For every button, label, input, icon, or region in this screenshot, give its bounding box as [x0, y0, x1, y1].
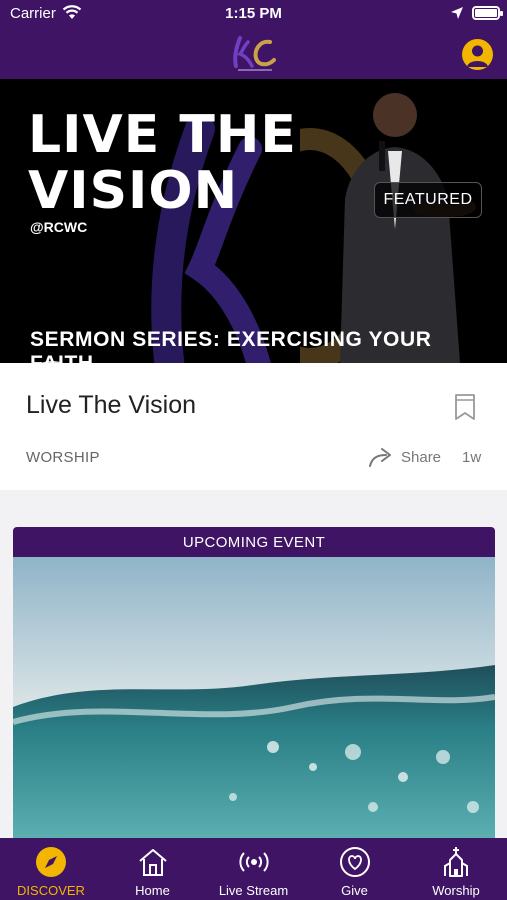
share-arrow-icon[interactable]: [368, 446, 394, 468]
hero-handle: @RCWC: [30, 219, 88, 235]
church-icon: [444, 847, 468, 877]
top-bar: Carrier 1:15 PM: [0, 0, 507, 79]
card-age: 1w: [462, 449, 482, 466]
battery-icon: [472, 6, 503, 20]
hero-title-line2: VISION: [28, 161, 239, 221]
status-bar: Carrier 1:15 PM: [0, 0, 507, 28]
user-avatar-icon[interactable]: [462, 39, 493, 70]
church-logo[interactable]: [226, 32, 282, 74]
speaker-image: [300, 93, 476, 363]
tab-give[interactable]: Give: [304, 838, 405, 900]
broadcast-icon: [238, 852, 269, 872]
tab-label: Home: [135, 883, 170, 898]
card-title[interactable]: Live The Vision: [26, 391, 196, 420]
sermon-series-caption: SERMON SERIES: EXERCISING YOUR FAITH.: [30, 328, 432, 363]
tab-bar: DISCOVER Home Live Stream Give Worship: [0, 838, 507, 900]
card-category: WORSHIP: [26, 449, 100, 466]
bookmark-icon[interactable]: [453, 393, 477, 421]
featured-hero[interactable]: LIVE THE VISION @RCWC FEATURED SERMON SE…: [0, 79, 507, 363]
heart-icon: [339, 847, 370, 877]
tab-worship[interactable]: Worship: [405, 838, 507, 900]
compass-icon: [36, 847, 66, 877]
tab-label: Give: [341, 883, 368, 898]
clock: 1:15 PM: [225, 5, 282, 22]
content-card[interactable]: Live The Vision WORSHIP Share 1w: [0, 363, 507, 490]
tab-label: DISCOVER: [17, 883, 85, 898]
featured-badge: FEATURED: [374, 182, 482, 218]
tab-label: Live Stream: [218, 883, 289, 898]
water-wave-image[interactable]: [13, 557, 495, 845]
hero-title-line1: LIVE THE: [28, 105, 297, 165]
share-button[interactable]: Share: [401, 449, 441, 466]
upcoming-event-header: UPCOMING EVENT: [13, 527, 495, 557]
tab-discover[interactable]: DISCOVER: [0, 838, 102, 900]
tab-label: Worship: [432, 883, 480, 898]
location-arrow-icon: [451, 7, 463, 19]
tab-home[interactable]: Home: [102, 838, 203, 900]
tab-live-stream[interactable]: Live Stream: [203, 838, 304, 900]
upcoming-event-card[interactable]: UPCOMING EVENT: [13, 527, 495, 845]
home-icon: [138, 849, 167, 876]
